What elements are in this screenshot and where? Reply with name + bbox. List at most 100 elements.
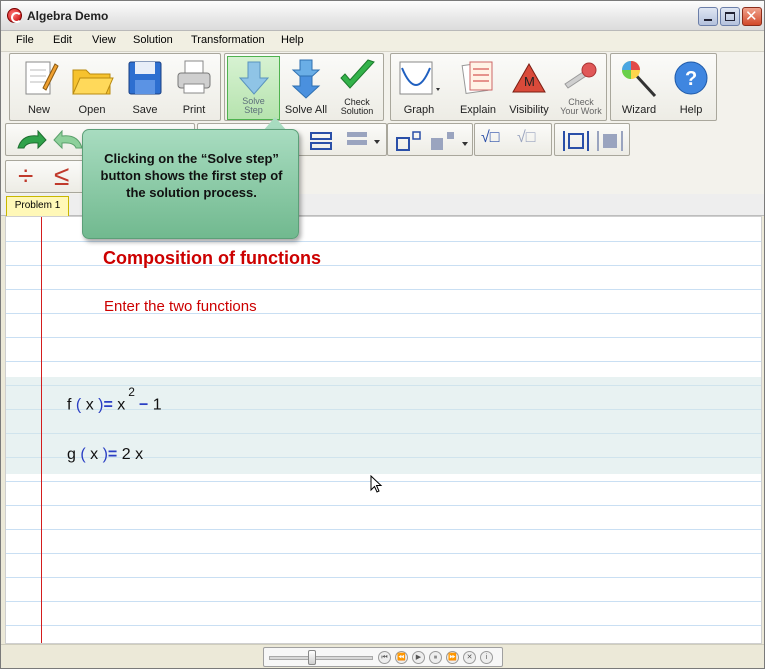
redo-icon[interactable] — [52, 130, 86, 152]
pause-icon[interactable]: ⏸ — [429, 651, 442, 664]
root-group: √□ √□ — [474, 123, 552, 156]
solve-step-button[interactable]: Solve Step — [227, 56, 280, 120]
function-f-equation[interactable]: f ( x )= x2− 1 — [67, 385, 162, 414]
solve-step-arrow-icon — [238, 61, 269, 95]
playback-slider-thumb[interactable] — [308, 650, 316, 665]
visibility-icon: M — [512, 62, 546, 93]
f-equals: = — [103, 396, 113, 414]
print-label: Print — [182, 104, 206, 116]
printer-icon — [177, 60, 211, 94]
explain-button[interactable]: Explain — [453, 56, 503, 120]
g-coefficient: 2 — [121, 446, 131, 463]
save-button[interactable]: Save — [120, 56, 170, 120]
svg-text:M: M — [524, 74, 535, 89]
demo-player-controls: ⏮ ⏪ ▶ ⏸ ⏩ ✕ i — [263, 647, 503, 667]
minimize-icon — [704, 19, 712, 21]
function-g-equation[interactable]: g ( x )= 2 x — [67, 446, 143, 464]
undo-icon[interactable] — [14, 130, 48, 152]
minimize-button[interactable] — [698, 7, 718, 26]
box-subscript-icon[interactable] — [428, 130, 470, 152]
margin-line — [41, 217, 42, 643]
main-toolbar: New Open Save Print Solve Step Solve All… — [1, 51, 764, 121]
solve-all-button[interactable]: Solve All — [282, 56, 330, 120]
solve-all-arrows-icon — [291, 59, 321, 99]
wrench-icon — [564, 62, 597, 89]
file-toolbar-group: New Open Save Print — [9, 53, 221, 121]
help-label: Help — [679, 104, 703, 116]
help-question-icon: ? — [674, 61, 708, 95]
tooltip-text: Clicking on the “Solve step” button show… — [100, 151, 283, 200]
wizard-label: Wizard — [621, 104, 657, 116]
menu-bar: File Edit View Solution Transformation H… — [1, 31, 764, 51]
norm-icon[interactable] — [594, 129, 626, 153]
tutorial-tooltip: Clicking on the “Solve step” button show… — [82, 129, 299, 239]
check-mark-icon — [340, 59, 375, 89]
close-icon: ✕ — [745, 8, 758, 25]
absolute-value-icon[interactable] — [560, 129, 592, 153]
wizard-button[interactable]: Wizard — [613, 56, 665, 120]
solve-step-label-2: Step — [244, 105, 263, 115]
menu-solution[interactable]: Solution — [133, 34, 173, 46]
rewind-icon[interactable]: ⏪ — [395, 651, 408, 664]
status-bar: ⏮ ⏪ ▶ ⏸ ⏩ ✕ i — [1, 644, 764, 668]
f-base: x — [117, 396, 126, 414]
fast-forward-icon[interactable]: ⏩ — [446, 651, 459, 664]
menu-transformation[interactable]: Transformation — [191, 34, 265, 46]
explain-label: Explain — [459, 104, 497, 116]
open-button[interactable]: Open — [67, 56, 117, 120]
print-button[interactable]: Print — [170, 56, 218, 120]
menu-edit[interactable]: Edit — [53, 34, 72, 46]
menu-view[interactable]: View — [92, 34, 116, 46]
less-equal-icon[interactable]: ≤ — [54, 161, 69, 191]
title-bar[interactable]: Algebra Demo ✕ — [1, 1, 764, 31]
f-exponent: 2 — [128, 385, 135, 399]
visibility-label: Visibility — [509, 104, 549, 116]
menu-file[interactable]: File — [16, 34, 34, 46]
save-label: Save — [132, 104, 158, 116]
maximize-icon — [725, 12, 735, 21]
maximize-button[interactable] — [720, 7, 740, 26]
stop-icon[interactable]: ✕ — [463, 651, 476, 664]
graph-icon — [399, 61, 440, 95]
first-frame-icon[interactable]: ⏮ — [378, 651, 391, 664]
help-toolbar-group: Wizard ? Help — [610, 53, 717, 121]
align-bottom-icon[interactable] — [344, 130, 382, 152]
check-your-work-button[interactable]: Check Your Work — [555, 56, 607, 120]
graph-button[interactable]: Graph — [393, 56, 445, 120]
tools-toolbar-group: Graph Explain M Visibility Check Your Wo… — [390, 53, 607, 121]
tab-problem-1[interactable]: Problem 1 — [6, 196, 69, 216]
window-title: Algebra Demo — [27, 9, 109, 23]
visibility-button[interactable]: M Visibility — [504, 56, 554, 120]
save-disk-icon — [128, 61, 162, 95]
play-icon[interactable]: ▶ — [412, 651, 425, 664]
open-label: Open — [78, 104, 106, 116]
f-constant: 1 — [152, 396, 162, 414]
magic-wand-icon — [622, 61, 657, 98]
info-icon[interactable]: i — [480, 651, 493, 664]
g-name: g — [67, 446, 76, 463]
f-minus: − — [138, 396, 149, 414]
close-button[interactable]: ✕ — [742, 7, 762, 26]
square-root-icon[interactable]: √□ — [481, 129, 499, 147]
playback-slider-track[interactable] — [269, 656, 373, 660]
help-button[interactable]: ? Help — [666, 56, 716, 120]
f-name: f — [67, 396, 72, 414]
new-button[interactable]: New — [14, 56, 64, 120]
check-solution-button[interactable]: Check Solution — [331, 56, 383, 120]
app-window: Algebra Demo ✕ File Edit View Solution T… — [0, 0, 765, 669]
app-logo-icon — [7, 8, 22, 23]
nth-root-icon[interactable]: √□ — [517, 129, 535, 147]
worksheet-area[interactable]: Composition of functions Enter the two f… — [5, 216, 762, 644]
worksheet-instruction: Enter the two functions — [104, 298, 257, 315]
check-work-label-2: Your Work — [560, 106, 602, 116]
align-center-icon[interactable] — [308, 130, 334, 152]
menu-help[interactable]: Help — [281, 34, 304, 46]
g-x: x — [135, 446, 144, 463]
g-variable: x — [90, 446, 99, 463]
divide-icon[interactable]: ÷ — [18, 161, 33, 191]
new-document-icon — [25, 61, 59, 95]
graph-label: Graph — [403, 104, 435, 116]
operators-group: ÷ ≤ — [5, 160, 85, 193]
box-superscript-icon[interactable] — [394, 130, 426, 152]
solve-all-label: Solve All — [284, 104, 328, 116]
